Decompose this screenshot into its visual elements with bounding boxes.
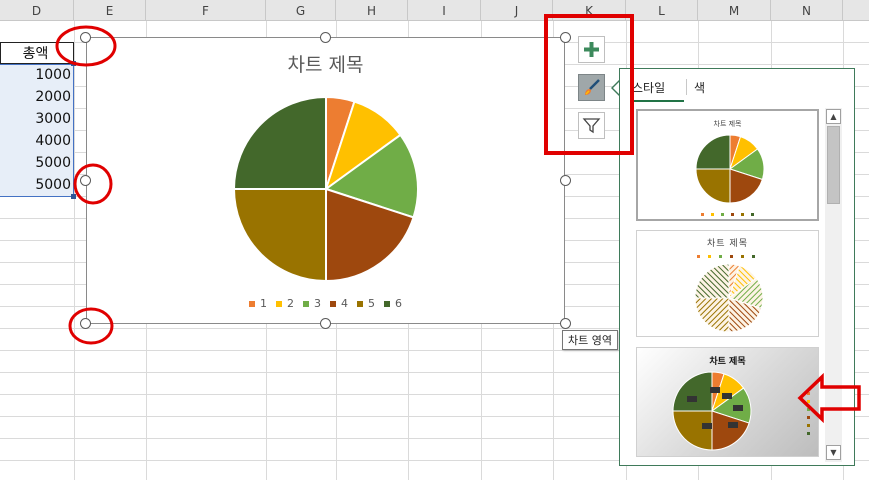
resize-handle-top-right[interactable] [560, 32, 571, 43]
chart-legend[interactable]: 1 2 3 4 5 6 [87, 297, 564, 310]
thumb-legend-swatch [711, 213, 714, 216]
thumb-legend-swatch [721, 213, 724, 216]
selection-fill-handle[interactable] [71, 194, 76, 199]
resize-handle-top-left[interactable] [80, 32, 91, 43]
legend-item-6[interactable]: 6 [384, 297, 402, 310]
legend-swatch [384, 300, 390, 307]
legend-swatch [276, 300, 282, 307]
thumb-legend-swatch [807, 408, 810, 411]
pie-slice-5[interactable] [233, 188, 327, 282]
chart-elements-button[interactable] [578, 36, 605, 63]
legend-item-5[interactable]: 5 [357, 297, 375, 310]
resize-handle-top[interactable] [320, 32, 331, 43]
thumb-slice-5 [695, 168, 731, 204]
thumb-legend-swatch [807, 416, 810, 419]
resize-handle-bottom-left[interactable] [80, 318, 91, 329]
column-header-m[interactable]: M [698, 0, 771, 21]
chart-style-thumbnail[interactable]: 차트 제목 [636, 347, 819, 457]
chart-filters-button[interactable] [578, 112, 605, 139]
selection-range-border [0, 64, 74, 197]
thumb-slice-6 [672, 371, 713, 412]
plus-icon [584, 42, 599, 57]
resize-handle-right[interactable] [560, 175, 571, 186]
column-header-l[interactable]: L [626, 0, 698, 21]
legend-label: 4 [341, 297, 348, 310]
scroll-down-button[interactable]: ▼ [826, 445, 841, 460]
thumbnail-title: 차트 제목 [707, 239, 748, 249]
column-header-d[interactable]: D [0, 0, 74, 21]
column-header-row: D E F G H I J K L M N [0, 0, 869, 21]
column-header-k[interactable]: K [553, 0, 626, 21]
legend-label: 5 [368, 297, 375, 310]
thumb-data-label-box [733, 405, 743, 411]
thumb-legend-swatch [807, 400, 810, 403]
chart-title[interactable]: 차트 제목 [87, 50, 564, 77]
column-header-n[interactable]: N [771, 0, 843, 21]
column-header-i[interactable]: I [408, 0, 481, 21]
cell-header-total[interactable]: 총액 [0, 42, 74, 64]
thumb-legend-swatch [807, 424, 810, 427]
funnel-icon [582, 118, 601, 134]
legend-swatch [303, 300, 309, 307]
thumbnail-title: 차트 제목 [713, 120, 742, 128]
thumb-data-label-box [722, 393, 732, 399]
pie-slice-6[interactable] [233, 96, 327, 190]
legend-swatch [249, 300, 255, 307]
legend-label: 6 [395, 297, 402, 310]
thumb-legend-swatch [752, 255, 755, 258]
thumbnail-title: 차트 제목 [709, 357, 746, 367]
thumb-legend-swatch [730, 255, 733, 258]
chart-style-thumbnail[interactable]: 차트 제목 [636, 109, 819, 221]
resize-handle-bottom-right[interactable] [560, 318, 571, 329]
thumb-slice-5 [672, 410, 713, 451]
legend-swatch [357, 300, 363, 307]
thumb-legend-swatch [751, 213, 754, 216]
column-header-f[interactable]: F [146, 0, 266, 21]
legend-swatch [330, 300, 336, 307]
scroll-up-button[interactable]: ▲ [826, 109, 841, 124]
chart-styles-button[interactable] [578, 74, 605, 101]
thumb-data-label-box [687, 396, 697, 402]
resize-handle-left[interactable] [80, 175, 91, 186]
legend-item-4[interactable]: 4 [330, 297, 348, 310]
thumb-slice-5 [694, 297, 730, 333]
legend-label: 1 [260, 297, 267, 310]
legend-item-1[interactable]: 1 [249, 297, 267, 310]
thumb-data-label-box [702, 423, 712, 429]
tab-style[interactable]: 스타일 [632, 79, 665, 96]
thumb-legend-swatch [807, 432, 810, 435]
styles-scrollbar[interactable]: ▲ ▼ [825, 108, 842, 462]
column-header-e[interactable]: E [74, 0, 146, 21]
thumb-slice-6 [695, 134, 731, 170]
tab-color[interactable]: 색 [694, 79, 705, 96]
column-header-h[interactable]: H [336, 0, 408, 21]
resize-handle-bottom[interactable] [320, 318, 331, 329]
brush-icon [585, 79, 600, 95]
scroll-thumb[interactable] [827, 126, 840, 204]
legend-item-3[interactable]: 3 [303, 297, 321, 310]
thumb-legend-swatch [741, 213, 744, 216]
chart-styles-pane: 스타일 색 차트 제목 차트 제목 차트 제목 ▲ ▼ [619, 68, 855, 466]
thumb-legend-swatch [708, 255, 711, 258]
thumb-legend-swatch [807, 392, 810, 395]
chart-area-tooltip: 차트 영역 [562, 330, 618, 350]
thumb-slice-6 [694, 263, 730, 299]
thumb-data-label-box [710, 387, 720, 393]
column-header-g[interactable]: G [266, 0, 336, 21]
selection-corner-handle[interactable] [71, 61, 76, 66]
legend-label: 2 [287, 297, 294, 310]
thumb-data-label-box [728, 422, 738, 428]
thumb-legend-swatch [697, 255, 700, 258]
chart-area[interactable]: 차트 제목 1 2 3 4 5 6 [86, 37, 565, 324]
legend-label: 3 [314, 297, 321, 310]
thumb-legend-swatch [741, 255, 744, 258]
column-header-j[interactable]: J [481, 0, 553, 21]
pie-chart[interactable] [233, 96, 419, 282]
thumb-legend-swatch [719, 255, 722, 258]
active-tab-indicator [634, 100, 684, 102]
legend-item-2[interactable]: 2 [276, 297, 294, 310]
thumb-legend-swatch [701, 213, 704, 216]
thumb-legend-swatch [731, 213, 734, 216]
chart-style-thumbnail[interactable]: 차트 제목 [636, 230, 819, 337]
